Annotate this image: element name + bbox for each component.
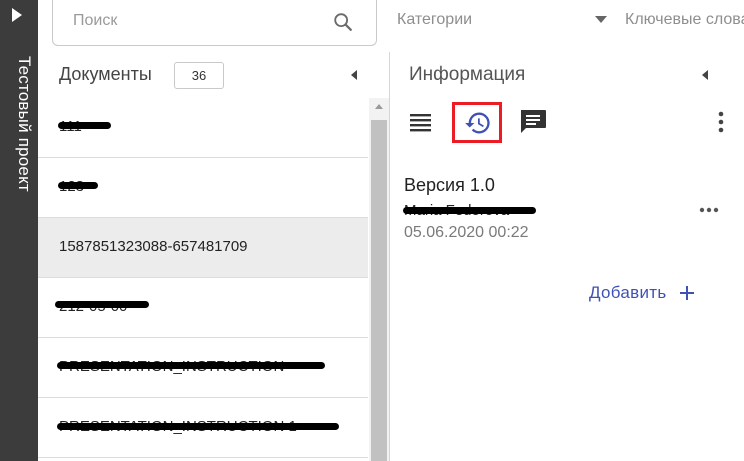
search-box bbox=[52, 0, 377, 46]
scrollbar-thumb[interactable] bbox=[371, 120, 387, 461]
document-row[interactable]: PRESENTATION_INSTRUCTION bbox=[38, 338, 368, 398]
project-rail: Тестовый проект bbox=[0, 0, 38, 461]
documents-scrollbar[interactable] bbox=[369, 98, 389, 461]
history-icon bbox=[465, 112, 490, 134]
info-panel: Информация Версия 1.0 Maria Fedorova 05.… bbox=[390, 52, 744, 461]
document-row[interactable]: 123 bbox=[38, 158, 368, 218]
document-row-selected[interactable]: 1587851323088-657481709 bbox=[38, 218, 368, 278]
plus-icon bbox=[679, 286, 694, 300]
redaction-mark bbox=[403, 207, 536, 214]
collapse-documents-icon[interactable] bbox=[351, 70, 357, 80]
list-icon[interactable] bbox=[407, 105, 439, 137]
document-row[interactable]: 111 bbox=[38, 98, 368, 158]
expand-rail-icon[interactable] bbox=[12, 8, 22, 22]
redaction-mark bbox=[58, 182, 98, 189]
collapse-info-icon[interactable] bbox=[702, 70, 708, 80]
documents-list: 111 123 1587851323088-657481709 212-05-0… bbox=[38, 98, 368, 461]
documents-header: Документы 36 bbox=[38, 52, 389, 98]
categories-select[interactable]: Категории bbox=[397, 11, 472, 29]
version-date: 05.06.2020 00:22 bbox=[404, 224, 529, 241]
add-version-label: Добавить bbox=[589, 283, 667, 302]
document-row[interactable]: PRESENTATION_INSTRUCTION 1 bbox=[38, 398, 368, 458]
add-version-button[interactable]: Добавить bbox=[589, 281, 695, 305]
scroll-up-icon[interactable] bbox=[375, 104, 383, 109]
comment-icon[interactable] bbox=[517, 105, 549, 137]
info-title: Информация bbox=[409, 64, 526, 85]
documents-count-badge: 36 bbox=[174, 62, 224, 89]
version-title: Версия 1.0 bbox=[404, 175, 495, 195]
project-title[interactable]: Тестовый проект bbox=[4, 56, 34, 226]
search-input[interactable] bbox=[73, 11, 323, 31]
redaction-mark bbox=[57, 362, 325, 369]
categories-dropdown-icon[interactable] bbox=[595, 16, 607, 23]
history-tab[interactable] bbox=[452, 102, 502, 143]
documents-panel: Документы 36 111 123 1587851323088-65748… bbox=[38, 52, 389, 461]
more-vertical-icon[interactable] bbox=[699, 110, 727, 136]
redaction-mark bbox=[55, 301, 149, 308]
search-icon[interactable] bbox=[332, 11, 354, 33]
redaction-mark bbox=[57, 423, 339, 430]
document-row[interactable]: 212-05-00 bbox=[38, 278, 368, 338]
keywords-select[interactable]: Ключевые слова bbox=[625, 11, 744, 29]
document-row-label: 1587851323088-657481709 bbox=[59, 238, 248, 255]
redaction-mark bbox=[58, 122, 111, 129]
documents-title: Документы bbox=[59, 64, 152, 84]
more-horizontal-icon[interactable] bbox=[695, 202, 723, 218]
